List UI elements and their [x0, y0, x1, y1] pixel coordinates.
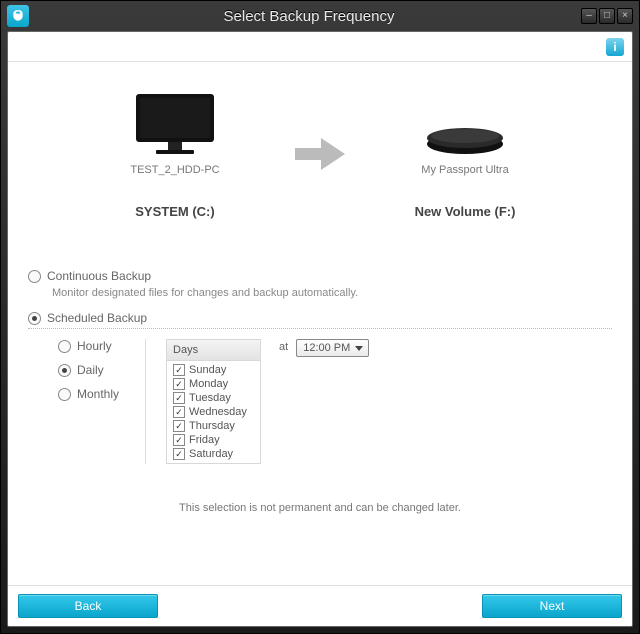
source-name: TEST_2_HDD-PC — [75, 164, 275, 176]
continuous-desc: Monitor designated files for changes and… — [52, 287, 612, 299]
info-icon[interactable]: i — [606, 38, 624, 56]
frequency-column: Hourly Daily Monthly — [58, 339, 119, 464]
close-button[interactable]: × — [617, 8, 633, 24]
time-column: at 12:00 PM — [279, 339, 369, 464]
maximize-button[interactable]: □ — [599, 8, 615, 24]
day-thursday[interactable]: Thursday — [167, 419, 260, 433]
day-saturday[interactable]: Saturday — [167, 447, 260, 461]
scheduled-label: Scheduled Backup — [47, 311, 147, 325]
daily-radio[interactable] — [58, 364, 71, 377]
top-toolbar: i — [8, 32, 632, 62]
monthly-radio[interactable] — [58, 388, 71, 401]
target-device: My Passport Ultra New Volume (F:) — [365, 92, 565, 219]
chk-monday[interactable] — [173, 378, 185, 390]
next-button[interactable]: Next — [482, 594, 622, 618]
day-sunday[interactable]: Sunday — [167, 363, 260, 377]
monitor-icon — [75, 92, 275, 158]
freq-monthly[interactable]: Monthly — [58, 387, 119, 401]
day-monday[interactable]: Monday — [167, 377, 260, 391]
window-controls: – □ × — [581, 8, 633, 24]
time-value: 12:00 PM — [303, 342, 350, 354]
backup-options: Continuous Backup Monitor designated fil… — [8, 229, 632, 514]
at-label: at — [279, 339, 288, 353]
bottom-bar: Back Next — [8, 585, 632, 626]
titlebar: Select Backup Frequency – □ × — [1, 1, 639, 31]
chk-wednesday[interactable] — [173, 406, 185, 418]
back-button[interactable]: Back — [18, 594, 158, 618]
chk-thursday[interactable] — [173, 420, 185, 432]
target-drive: New Volume (F:) — [365, 204, 565, 219]
day-wednesday[interactable]: Wednesday — [167, 405, 260, 419]
chk-sunday[interactable] — [173, 364, 185, 376]
app-icon — [7, 5, 29, 27]
days-header: Days — [167, 340, 260, 361]
device-row: TEST_2_HDD-PC SYSTEM (C:) My Passport Ul… — [8, 62, 632, 229]
separator — [145, 339, 146, 464]
schedule-settings: Hourly Daily Monthly Days Sunday — [28, 339, 612, 464]
content-panel: i TEST_2_HDD-PC SYSTEM (C:) — [7, 31, 633, 627]
days-list: Sunday Monday Tuesday Wednesday Thursday… — [167, 361, 260, 463]
chk-saturday[interactable] — [173, 448, 185, 460]
hourly-radio[interactable] — [58, 340, 71, 353]
days-selector: Days Sunday Monday Tuesday Wednesday Thu… — [166, 339, 261, 464]
chk-friday[interactable] — [173, 434, 185, 446]
arrow-right-icon — [295, 136, 345, 175]
continuous-backup-option[interactable]: Continuous Backup — [28, 269, 612, 283]
day-tuesday[interactable]: Tuesday — [167, 391, 260, 405]
source-drive: SYSTEM (C:) — [75, 204, 275, 219]
scheduled-backup-option[interactable]: Scheduled Backup — [28, 311, 612, 329]
footer-note: This selection is not permanent and can … — [28, 502, 612, 514]
chk-tuesday[interactable] — [173, 392, 185, 404]
target-name: My Passport Ultra — [365, 164, 565, 176]
freq-hourly[interactable]: Hourly — [58, 339, 119, 353]
app-window: Select Backup Frequency – □ × i TEST — [0, 0, 640, 634]
day-friday[interactable]: Friday — [167, 433, 260, 447]
freq-daily[interactable]: Daily — [58, 363, 119, 377]
continuous-radio[interactable] — [28, 270, 41, 283]
continuous-label: Continuous Backup — [47, 269, 151, 283]
scheduled-radio[interactable] — [28, 312, 41, 325]
window-title: Select Backup Frequency — [37, 8, 581, 25]
source-device: TEST_2_HDD-PC SYSTEM (C:) — [75, 92, 275, 219]
external-drive-icon — [365, 92, 565, 158]
time-dropdown[interactable]: 12:00 PM — [296, 339, 369, 357]
minimize-button[interactable]: – — [581, 8, 597, 24]
